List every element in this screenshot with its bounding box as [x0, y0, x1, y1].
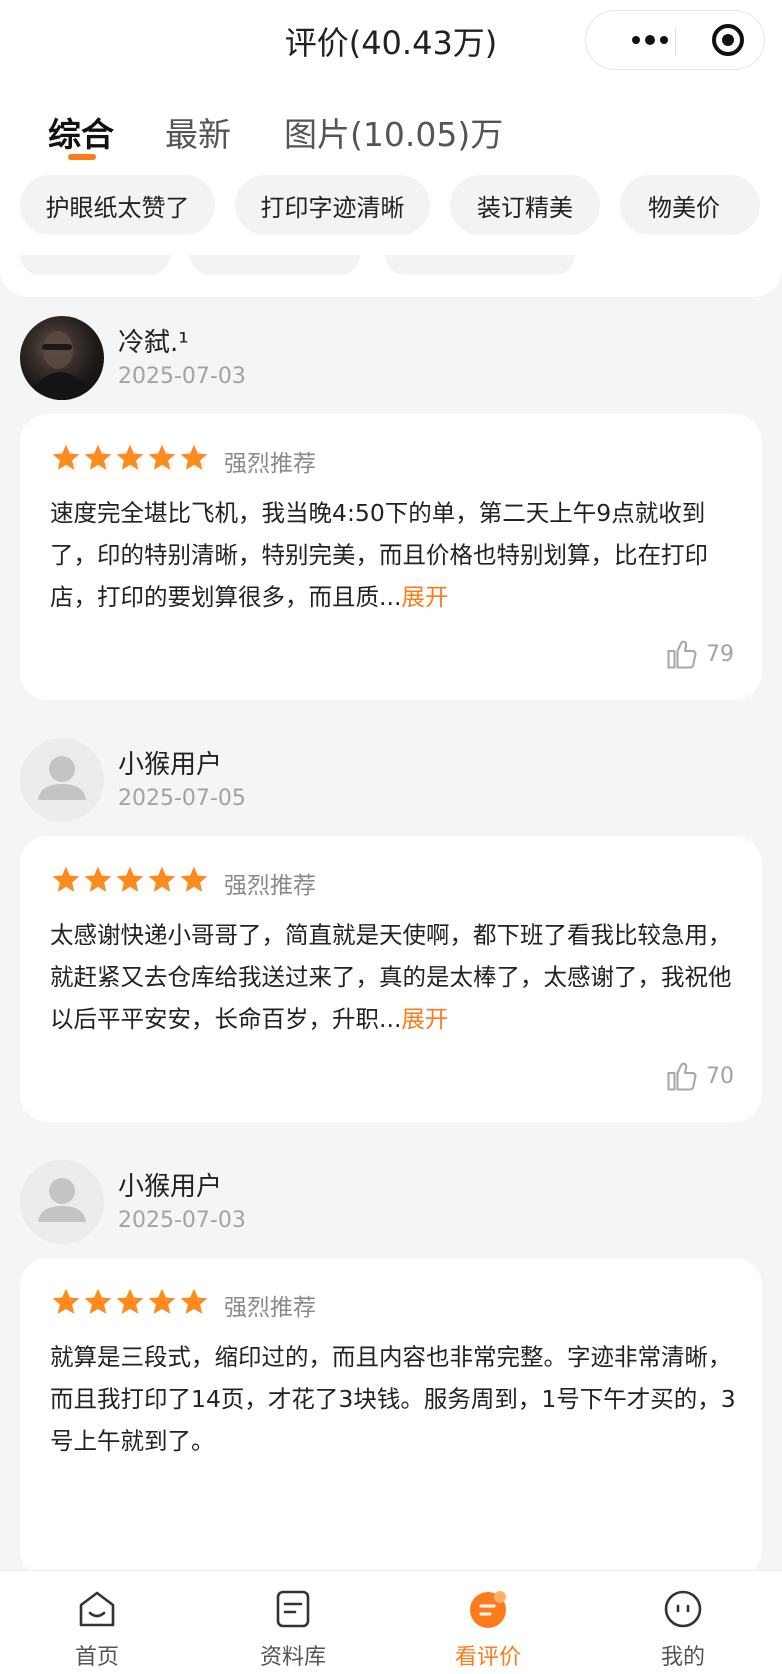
- star-icon: [180, 444, 208, 470]
- nav-library[interactable]: 资料库: [233, 1571, 353, 1674]
- review-text: 太感谢快递小哥哥了，简直就是天使啊，都下班了看我比较急用，就赶紧又去仓库给我送过…: [50, 914, 740, 1040]
- review-tabs: 综合 最新 图片(10.05)万: [0, 108, 782, 164]
- nav-profile[interactable]: 我的: [623, 1571, 743, 1674]
- header-panel: 评价(40.43万) 综合 最新 图片(10.05)万 护眼纸太赞了 打印字迹清…: [0, 0, 782, 297]
- star-rating: [50, 442, 210, 476]
- tab-overall[interactable]: 综合: [48, 108, 114, 156]
- rating-label: 强烈推荐: [224, 873, 316, 899]
- rating-label: 强烈推荐: [224, 1295, 316, 1321]
- nav-label: 首页: [74, 1645, 119, 1670]
- expand-link[interactable]: 展开: [401, 1005, 448, 1033]
- star-icon: [52, 1288, 80, 1314]
- thumbs-up-icon: [667, 1062, 697, 1091]
- profile-face-icon: [664, 1590, 702, 1628]
- target-icon[interactable]: [698, 11, 758, 69]
- like-button[interactable]: 79: [664, 634, 734, 674]
- review-text: 就算是三段式，缩印过的，而且内容也非常完整。字迹非常清晰，而且我打印了14页，才…: [50, 1336, 740, 1462]
- home-smile-icon: [79, 1591, 115, 1627]
- star-rating: [50, 864, 210, 898]
- star-icon: [148, 866, 176, 892]
- document-icon: [276, 1590, 310, 1628]
- reviewer-name: 小猴用户: [118, 1172, 223, 1202]
- nav-label: 看评价: [454, 1645, 521, 1670]
- review-chat-icon: [470, 1591, 506, 1628]
- star-icon: [84, 1288, 112, 1314]
- avatar[interactable]: [20, 738, 104, 822]
- reviewer-info: 小猴用户 2025-07-03: [20, 1160, 760, 1246]
- star-rating: [50, 1286, 210, 1320]
- star-icon: [180, 1288, 208, 1314]
- mini-program-capsule: [585, 10, 765, 70]
- tag-chip[interactable]: 护眼纸太赞了: [20, 175, 215, 235]
- expand-link[interactable]: 展开: [401, 583, 448, 611]
- nav-label: 资料库: [259, 1645, 326, 1670]
- reviewer-info: 小猴用户 2025-07-05: [20, 738, 760, 824]
- star-icon: [180, 866, 208, 892]
- capsule-divider: [675, 26, 676, 56]
- tag-chip-row: 护眼纸太赞了 打印字迹清晰 装订精美 物美价: [0, 175, 762, 235]
- avatar[interactable]: [20, 1160, 104, 1244]
- star-icon: [148, 1288, 176, 1314]
- like-count: 70: [706, 1063, 734, 1089]
- star-icon: [148, 444, 176, 470]
- star-icon: [116, 1288, 144, 1314]
- more-dots-icon[interactable]: [608, 11, 692, 69]
- star-icon: [116, 866, 144, 892]
- reviewer-name: 小猴用户: [118, 750, 223, 780]
- star-icon: [52, 444, 80, 470]
- tag-chip[interactable]: 装订精美: [450, 175, 600, 235]
- tab-latest[interactable]: 最新: [165, 108, 231, 156]
- star-icon: [84, 866, 112, 892]
- like-button[interactable]: 70: [664, 1056, 734, 1096]
- like-count: 79: [706, 641, 734, 667]
- review-date: 2025-07-05: [118, 786, 246, 811]
- avatar[interactable]: [20, 316, 104, 400]
- star-icon: [84, 444, 112, 470]
- nav-reviews[interactable]: 看评价: [428, 1571, 548, 1674]
- review-card: 强烈推荐 太感谢快递小哥哥了，简直就是天使啊，都下班了看我比较急用，就赶紧又去仓…: [20, 836, 762, 1122]
- tag-chip-partial: [190, 255, 360, 275]
- star-icon: [116, 444, 144, 470]
- tag-chip[interactable]: 打印字迹清晰: [235, 175, 430, 235]
- review-card: 强烈推荐 速度完全堪比飞机，我当晚4:50下的单，第二天上午9点就收到了，印的特…: [20, 414, 762, 700]
- nav-label: 我的: [660, 1645, 705, 1670]
- bottom-tab-bar: 首页 资料库 看评价 我的: [0, 1570, 782, 1674]
- active-tab-indicator: [68, 154, 96, 160]
- tab-pictures[interactable]: 图片(10.05)万: [284, 108, 503, 156]
- review-date: 2025-07-03: [118, 1208, 246, 1233]
- nav-home[interactable]: 首页: [37, 1571, 157, 1674]
- tag-chip[interactable]: 物美价: [620, 175, 760, 235]
- review-card: 强烈推荐 就算是三段式，缩印过的，而且内容也非常完整。字迹非常清晰，而且我打印了…: [20, 1258, 762, 1578]
- review-body: 就算是三段式，缩印过的，而且内容也非常完整。字迹非常清晰，而且我打印了14页，才…: [50, 1343, 736, 1455]
- reviewer-name: 冷弑.¹: [118, 328, 189, 358]
- review-date: 2025-07-03: [118, 364, 246, 389]
- thumbs-up-icon: [667, 640, 697, 669]
- review-body: 太感谢快递小哥哥了，简直就是天使啊，都下班了看我比较急用，就赶紧又去仓库给我送过…: [50, 921, 732, 1033]
- review-text: 速度完全堪比飞机，我当晚4:50下的单，第二天上午9点就收到了，印的特别清晰，特…: [50, 492, 740, 618]
- rating-label: 强烈推荐: [224, 451, 316, 477]
- star-icon: [52, 866, 80, 892]
- tag-chip-partial: [385, 255, 575, 275]
- tag-chip-partial: [20, 255, 170, 275]
- reviewer-info: 冷弑.¹ 2025-07-03: [20, 316, 760, 402]
- review-body: 速度完全堪比飞机，我当晚4:50下的单，第二天上午9点就收到了，印的特别清晰，特…: [50, 499, 708, 611]
